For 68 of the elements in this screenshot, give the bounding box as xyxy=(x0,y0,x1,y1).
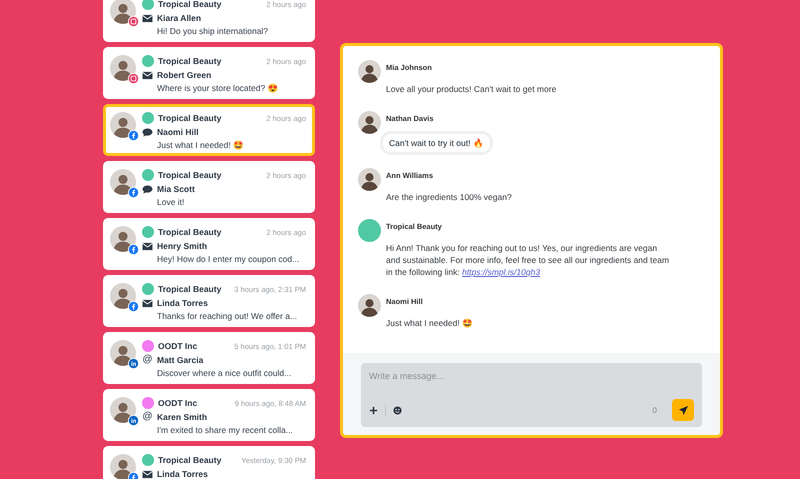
avatar-icon xyxy=(110,340,136,366)
brand-name: Tropical Beauty xyxy=(158,0,222,9)
contact-name: Linda Torres xyxy=(157,298,208,308)
avatar-icon xyxy=(110,169,136,195)
brand-name: OODT Inc xyxy=(158,398,198,408)
message-preview: Hey! How do I enter my coupon cod... xyxy=(156,254,300,264)
message-preview: Discover where a nice outfit could... xyxy=(156,368,292,378)
brand-name: Tropical Beauty xyxy=(158,455,222,465)
send-icon xyxy=(678,404,688,416)
message-preview: Just what I needed! 🤩 xyxy=(156,140,246,150)
message-preview: Thanks for reaching out! We offer a... xyxy=(156,311,298,321)
brand-name: Tropical Beauty xyxy=(158,56,222,66)
message-preview: Where is your store located? 😍 xyxy=(156,83,280,93)
envelope-icon xyxy=(142,70,153,80)
message-text: Love all your products! Can't wait to get more xyxy=(386,83,558,95)
brand-name: Tropical Beauty xyxy=(158,170,222,180)
network-badge-icon xyxy=(128,415,139,426)
message-text: Can't wait to try it out! 🔥 xyxy=(383,134,490,152)
avatar-icon xyxy=(110,283,136,309)
plus-icon[interactable] xyxy=(369,406,378,414)
contact-name: Linda Torres xyxy=(157,469,208,479)
chat-bubble-icon xyxy=(142,128,153,136)
contact-name: Matt Garcia xyxy=(157,355,204,365)
avatar-icon xyxy=(358,60,381,83)
brand-name: Tropical Beauty xyxy=(158,284,222,294)
contact-name: Henry Smith xyxy=(157,241,208,251)
envelope-icon xyxy=(142,298,153,308)
message-preview: Love it! xyxy=(156,197,186,207)
brand-name: Tropical Beauty xyxy=(158,227,222,237)
emoji-icon[interactable] xyxy=(393,406,402,414)
avatar-icon xyxy=(358,168,381,191)
network-badge-icon xyxy=(128,187,139,198)
mention-symbol: @ xyxy=(142,355,153,365)
avatar-icon xyxy=(358,111,381,134)
character-count: 0 xyxy=(652,406,657,414)
brand-name: OODT Inc xyxy=(158,341,198,351)
message-preview: Hi! Do you ship international? xyxy=(156,26,270,36)
network-badge-icon xyxy=(128,73,139,84)
envelope-icon xyxy=(142,470,153,478)
network-badge-icon xyxy=(128,301,139,312)
avatar-icon xyxy=(358,294,381,317)
avatar-icon xyxy=(110,397,136,423)
avatar-icon xyxy=(110,0,136,24)
contact-name: Mia Scott xyxy=(157,184,195,194)
contact-name: Karen Smith xyxy=(157,412,208,422)
contact-name: Robert Green xyxy=(157,70,212,80)
brand-name: Tropical Beauty xyxy=(158,113,222,123)
avatar-icon xyxy=(110,55,136,81)
network-badge-icon xyxy=(128,358,139,369)
send-button[interactable] xyxy=(672,399,694,421)
message-preview: I'm exited to share my recent colla... xyxy=(156,425,294,435)
avatar-icon xyxy=(110,454,136,479)
message-text: Are the ingredients 100% vegan? xyxy=(386,191,513,203)
network-badge-icon xyxy=(128,244,139,255)
envelope-icon xyxy=(142,14,153,22)
avatar-icon xyxy=(110,226,136,252)
chat-bubble-icon xyxy=(142,184,153,194)
contact-name: Naomi Hill xyxy=(157,127,199,137)
network-badge-icon xyxy=(128,16,139,27)
message-link[interactable]: https://smpl.is/10qh3 xyxy=(462,267,540,277)
message-text: Hi Ann! Thank you for reaching out to us! Yes, our ingredients are vegan and sustainable. For more info, feel free to see all our ingredients and team in the following link: https://smpl.is/10qh3 xyxy=(386,242,670,278)
message-input[interactable]: Write a message... xyxy=(369,371,694,381)
envelope-icon xyxy=(142,242,153,250)
mention-symbol: @ xyxy=(142,412,153,422)
contact-name: Kiara Allen xyxy=(157,13,202,23)
network-badge-icon xyxy=(128,130,139,141)
avatar-icon xyxy=(110,112,136,138)
message-text: Just what I needed! 🤩 xyxy=(386,317,474,329)
